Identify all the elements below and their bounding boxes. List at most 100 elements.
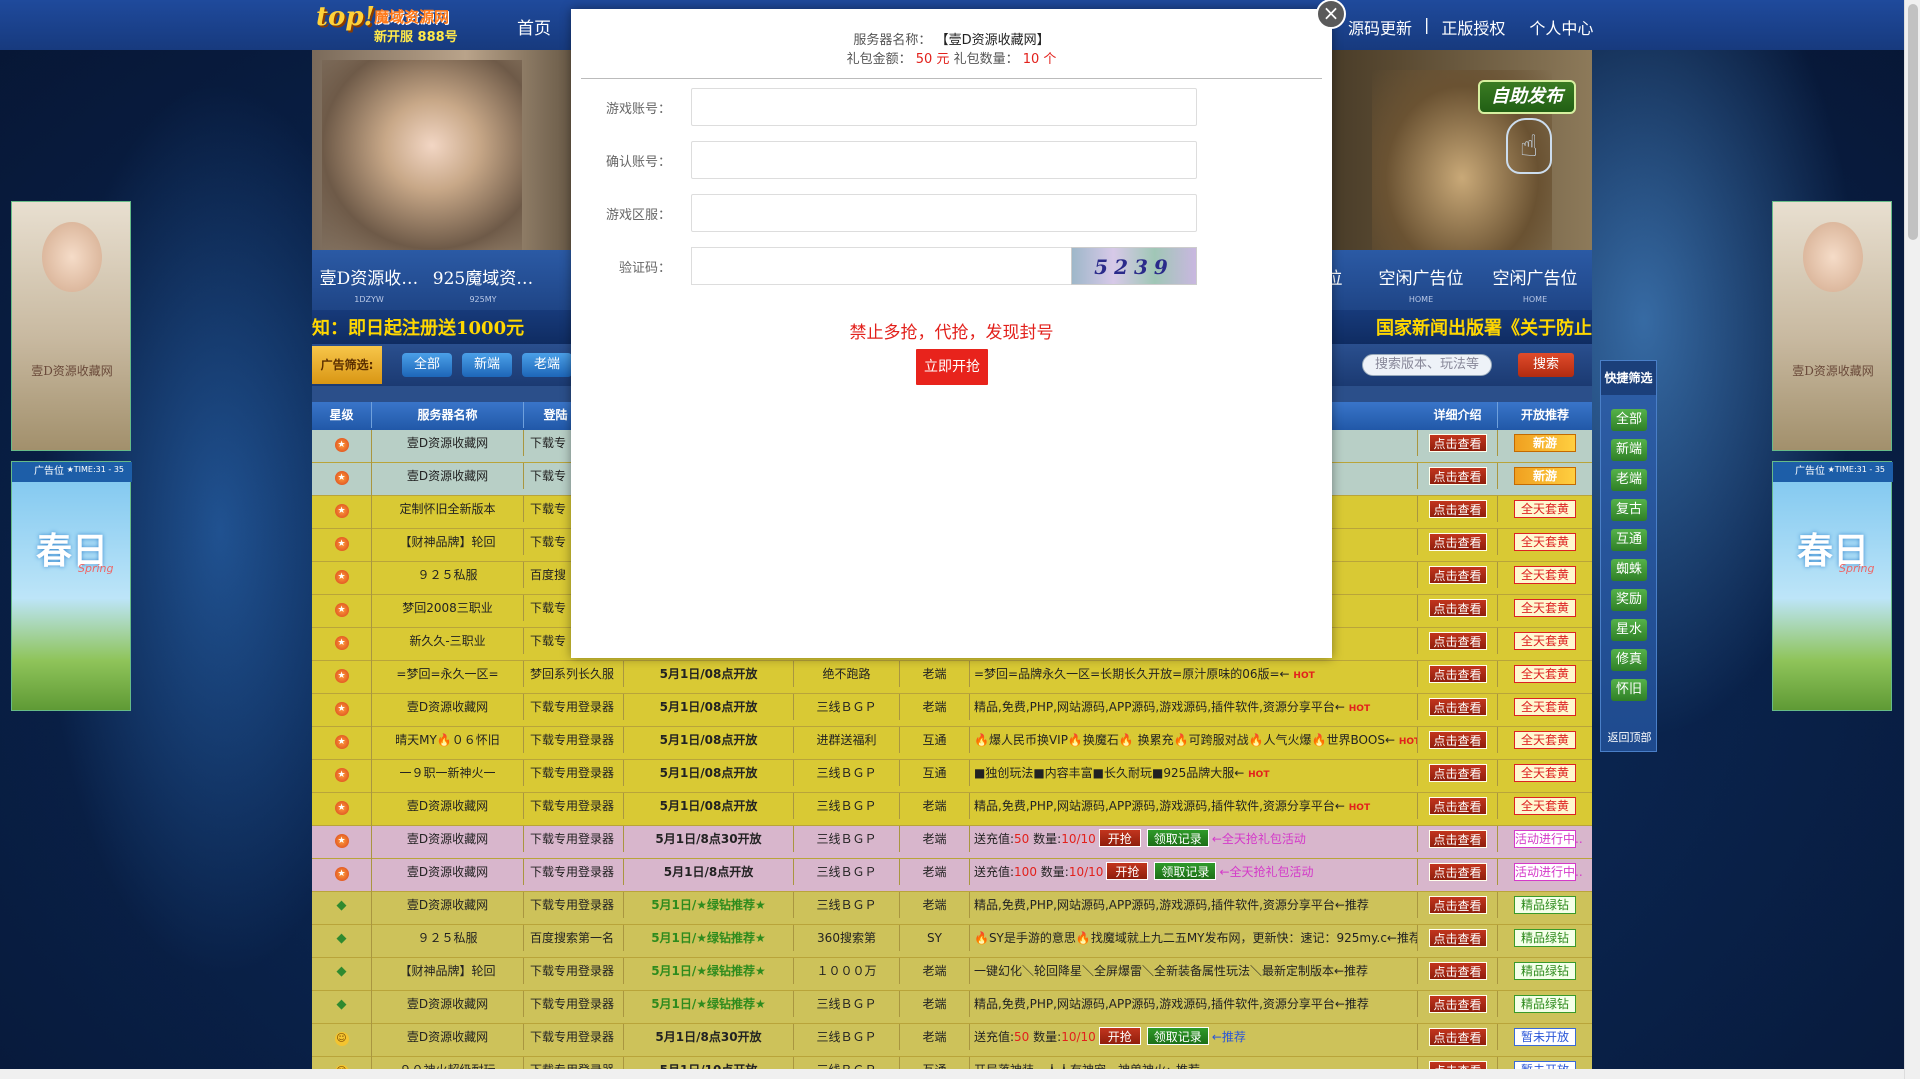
filter-all-button[interactable]: 全部 — [402, 353, 452, 377]
recommend-badge[interactable]: 活动进行中.. — [1514, 863, 1583, 881]
view-details-button[interactable]: 点击查看 — [1428, 1028, 1487, 1046]
back-to-top-link[interactable]: 返回顶部 — [1601, 729, 1658, 745]
recommend-badge[interactable]: 全天套黄 — [1514, 566, 1576, 584]
ad-slot-free-1[interactable]: 空闲广告位 HOME — [1364, 250, 1478, 310]
server-name-cell[interactable]: 壹D资源收藏网 — [372, 1024, 524, 1050]
server-name[interactable]: 壹D资源收藏网 — [407, 832, 488, 846]
close-icon[interactable]: × — [1316, 0, 1346, 29]
game-server-input[interactable] — [691, 194, 1197, 232]
server-name-cell[interactable]: 壹D资源收藏网 — [372, 463, 524, 489]
claim-record-button[interactable]: 领取记录 — [1154, 862, 1217, 880]
recommend-badge[interactable]: 精品绿钻 — [1514, 896, 1576, 914]
vertical-scrollbar[interactable] — [1904, 0, 1920, 1079]
server-name[interactable]: 壹D资源收藏网 — [407, 898, 488, 912]
view-details-button[interactable]: 点击查看 — [1428, 830, 1487, 848]
quick-filter-item[interactable]: 新端 — [1611, 439, 1647, 461]
game-account-input[interactable] — [691, 88, 1197, 126]
claim-record-button[interactable]: 领取记录 — [1146, 829, 1209, 847]
view-details-button[interactable]: 点击查看 — [1428, 632, 1487, 650]
server-name-cell[interactable]: 壹D资源收藏网 — [372, 694, 524, 720]
view-details-button[interactable]: 点击查看 — [1428, 896, 1487, 914]
quick-filter-item[interactable]: 星水 — [1611, 619, 1647, 641]
ad-slot-2[interactable]: 925魔域资… 925MY — [426, 250, 540, 310]
server-name[interactable]: ９２５私服 — [417, 931, 477, 945]
server-name-cell[interactable]: 定制怀旧全新版本 — [372, 496, 524, 522]
gift-activity-link[interactable]: ←全天抢礼包活动 — [1212, 832, 1306, 846]
server-name-cell[interactable]: 壹D资源收藏网 — [372, 859, 524, 885]
view-details-button[interactable]: 点击查看 — [1428, 863, 1487, 881]
grab-gift-button[interactable]: 开抢 — [1106, 862, 1149, 880]
side-ad-right-bottom[interactable]: 广告位 ★TIME:31 - 35 春日 Spring — [1772, 461, 1893, 711]
recommend-badge[interactable]: 全天套黄 — [1514, 665, 1576, 683]
recommend-badge[interactable]: 全天套黄 — [1514, 599, 1576, 617]
filter-search-button[interactable]: 搜索 — [1518, 353, 1574, 377]
server-name-cell[interactable]: 梦回2008三职业 — [372, 595, 524, 621]
side-ad-right-top[interactable]: 壹D资源收藏网 — [1772, 201, 1892, 451]
recommend-badge[interactable]: 精品绿钻 — [1514, 995, 1576, 1013]
server-name-cell[interactable]: 壹D资源收藏网 — [372, 826, 524, 852]
server-name[interactable]: 壹D资源收藏网 — [407, 1030, 488, 1044]
grab-gift-button[interactable]: 开抢 — [1098, 829, 1141, 847]
server-name[interactable]: =梦回=永久一区= — [396, 667, 498, 681]
nav-source-update-link[interactable]: 源码更新 — [1336, 15, 1424, 39]
server-name-cell[interactable]: 一９职一新神火一 — [372, 760, 524, 786]
view-details-button[interactable]: 点击查看 — [1428, 434, 1487, 452]
gift-activity-link[interactable]: ←全天抢礼包活动 — [1219, 865, 1313, 879]
server-name-cell[interactable]: ９２５私服 — [372, 925, 524, 951]
ad-slot-1[interactable]: 壹D资源收… 1DZYW — [312, 250, 426, 310]
recommend-badge[interactable]: 全天套黄 — [1514, 797, 1576, 815]
side-ad-left-top[interactable]: 壹D资源收藏网 — [11, 201, 131, 451]
view-details-button[interactable]: 点击查看 — [1428, 929, 1487, 947]
claim-now-button[interactable]: 立即开抢 — [916, 349, 988, 385]
view-details-button[interactable]: 点击查看 — [1428, 566, 1487, 584]
server-name-cell[interactable]: 壹D资源收藏网 — [372, 991, 524, 1017]
gift-activity-link[interactable]: ←推荐 — [1212, 1030, 1246, 1044]
quick-filter-item[interactable]: 蜘蛛 — [1611, 559, 1647, 581]
server-name-cell[interactable]: 壹D资源收藏网 — [372, 793, 524, 819]
server-name[interactable]: 壹D资源收藏网 — [407, 436, 488, 450]
server-name-cell[interactable]: 壹D资源收藏网 — [372, 892, 524, 918]
recommend-badge[interactable]: 新游 — [1514, 434, 1576, 452]
server-name[interactable]: 晴天MY🔥０６怀旧 — [395, 733, 500, 747]
view-details-button[interactable]: 点击查看 — [1428, 797, 1487, 815]
server-name-cell[interactable]: ９２５私服 — [372, 562, 524, 588]
server-name[interactable]: 壹D资源收藏网 — [407, 799, 488, 813]
view-details-button[interactable]: 点击查看 — [1428, 599, 1487, 617]
view-details-button[interactable]: 点击查看 — [1428, 995, 1487, 1013]
recommend-badge[interactable]: 全天套黄 — [1514, 731, 1576, 749]
server-name[interactable]: 壹D资源收藏网 — [407, 469, 488, 483]
view-details-button[interactable]: 点击查看 — [1428, 764, 1487, 782]
view-details-button[interactable]: 点击查看 — [1428, 665, 1487, 683]
recommend-badge[interactable]: 全天套黄 — [1514, 533, 1576, 551]
view-details-button[interactable]: 点击查看 — [1428, 500, 1487, 518]
filter-old-button[interactable]: 老端 — [522, 353, 572, 377]
scrollbar-thumb[interactable] — [1908, 4, 1918, 240]
quick-filter-item[interactable]: 怀旧 — [1611, 679, 1647, 701]
quick-filter-item[interactable]: 老端 — [1611, 469, 1647, 491]
server-name-cell[interactable]: 【财神品牌】轮回 — [372, 529, 524, 555]
server-name[interactable]: 定制怀旧全新版本 — [399, 502, 495, 516]
nav-license-link[interactable]: 正版授权 — [1429, 15, 1517, 39]
recommend-badge[interactable]: 精品绿钻 — [1514, 929, 1576, 947]
recommend-badge[interactable]: 全天套黄 — [1514, 698, 1576, 716]
view-details-button[interactable]: 点击查看 — [1428, 698, 1487, 716]
self-publish-button[interactable]: 自助发布 — [1478, 80, 1576, 114]
captcha-input[interactable] — [691, 247, 1071, 285]
recommend-badge[interactable]: 全天套黄 — [1514, 632, 1576, 650]
server-name[interactable]: 一９职一新神火一 — [399, 766, 495, 780]
server-name-cell[interactable]: 壹D资源收藏网 — [372, 430, 524, 456]
recommend-badge[interactable]: 活动进行中.. — [1514, 830, 1583, 848]
quick-filter-item[interactable]: 奖励 — [1611, 589, 1647, 611]
claim-record-button[interactable]: 领取记录 — [1146, 1027, 1209, 1045]
recommend-badge[interactable]: 精品绿钻 — [1514, 962, 1576, 980]
filter-search-input[interactable]: 搜索版本、玩法等 — [1362, 354, 1492, 376]
quick-filter-item[interactable]: 互通 — [1611, 529, 1647, 551]
server-name[interactable]: 【财神品牌】轮回 — [399, 964, 495, 978]
nav-home-link[interactable]: 首页 — [517, 14, 551, 39]
server-name-cell[interactable]: 晴天MY🔥０６怀旧 — [372, 727, 524, 753]
recommend-badge[interactable]: 新游 — [1514, 467, 1576, 485]
nav-user-center-link[interactable]: 个人中心 — [1517, 15, 1605, 39]
confirm-account-input[interactable] — [691, 141, 1197, 179]
grab-gift-button[interactable]: 开抢 — [1098, 1027, 1141, 1045]
server-name[interactable]: ９２５私服 — [417, 568, 477, 582]
